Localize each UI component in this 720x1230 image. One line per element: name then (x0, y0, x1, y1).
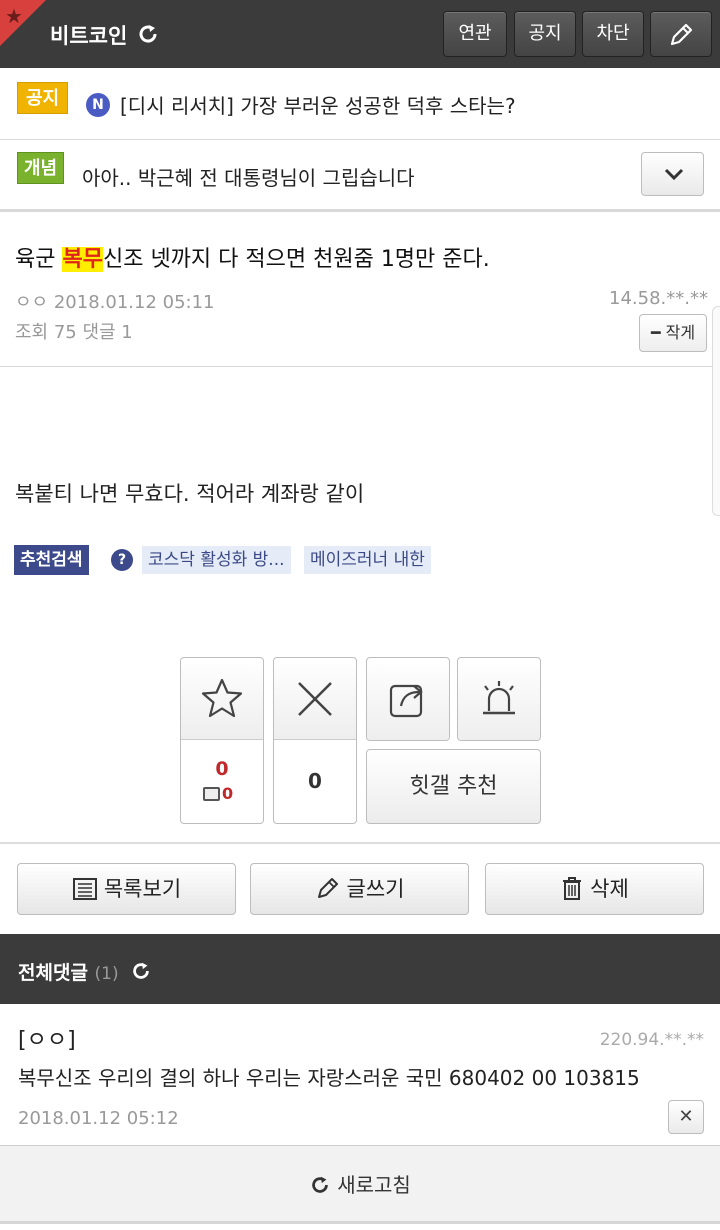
comment-ip: 220.94.**.** (599, 1030, 704, 1050)
search-highlight: 복무 (62, 247, 103, 272)
nonrecommend-count: 0 (308, 769, 322, 793)
refresh-comments-button[interactable]: 새로고침 (0, 1146, 720, 1224)
write-button[interactable] (650, 11, 712, 57)
gallery-header: ★ 비트코인 연관 공지 차단 (0, 0, 720, 68)
comment-date: 2018.01.12 05:12 (18, 1108, 179, 1129)
post-author-date: ㅇㅇ 2018.01.12 05:11 (15, 292, 215, 313)
recommend-button[interactable] (181, 658, 263, 740)
list-button[interactable]: 목록보기 (17, 863, 236, 915)
star-icon[interactable]: ★ (5, 6, 23, 26)
comments-header: 전체댓글 (1) (0, 934, 720, 1004)
gallery-title[interactable]: 비트코인 (50, 20, 127, 50)
notice-badge: 공지 (17, 82, 69, 114)
title-text: 신조 넷까지 다 적으면 천원줌 1명만 준다. (102, 247, 490, 272)
list-button-label: 목록보기 (103, 877, 182, 901)
pencil-icon (317, 878, 338, 898)
refresh-icon[interactable] (130, 960, 152, 982)
comment-delete-button[interactable]: ✕ (668, 1100, 704, 1134)
refresh-icon[interactable] (136, 22, 160, 46)
notice-button[interactable]: 공지 (514, 11, 576, 57)
concept-row[interactable]: 개념 아아.. 박근혜 전 대통령님이 그립습니다 (0, 140, 720, 212)
write-button-label: 글쓰기 (346, 877, 405, 901)
divider (0, 842, 720, 844)
close-icon (298, 681, 332, 716)
post-stats: 조회 75 댓글 1 (15, 322, 133, 343)
concept-title[interactable]: 아아.. 박근혜 전 대통령님이 그립습니다 (82, 162, 415, 191)
side-scroll-handle[interactable] (712, 306, 720, 516)
siren-icon (483, 681, 515, 715)
block-button[interactable]: 차단 (582, 11, 644, 57)
hit-gallery-recommend-button[interactable]: 힛갤 추천 (366, 749, 541, 824)
report-button[interactable] (458, 658, 540, 740)
report-box (457, 657, 541, 741)
fixed-user-icon (203, 787, 220, 801)
share-icon (389, 684, 423, 718)
recommend-count: 0 (215, 758, 229, 780)
font-size-button[interactable]: ━ 작게 (639, 314, 707, 352)
star-outline-icon (201, 678, 243, 717)
nonrecommend-button[interactable] (274, 658, 356, 740)
expand-button[interactable] (641, 152, 704, 196)
comment-item: [ㅇㅇ] 220.94.**.** 복무신조 우리의 결의 하나 우리는 자랑스… (0, 1004, 720, 1146)
nonrecommend-box: 0 (273, 657, 357, 824)
comments-title-text: 전체댓글 (18, 962, 88, 984)
related-button[interactable]: 연관 (443, 11, 507, 57)
delete-button-label: 삭제 (590, 877, 629, 901)
post-body: 복붙티 나면 무효다. 적어라 계좌랑 같이 (15, 482, 365, 506)
share-button[interactable] (367, 658, 449, 740)
refresh-label: 새로고침 (337, 1173, 411, 1197)
write-post-button[interactable]: 글쓰기 (250, 863, 469, 915)
concept-badge: 개념 (17, 152, 65, 184)
comments-title: 전체댓글 (1) (18, 958, 119, 985)
chevron-down-icon (664, 168, 684, 180)
share-box (366, 657, 450, 741)
fixed-recommend-row: 0 (203, 784, 233, 803)
post-title: 육군 복무신조 넷까지 다 적으면 천원줌 1명만 준다. (15, 241, 490, 273)
recommend-box: 0 0 (180, 657, 264, 824)
new-badge-icon: N (86, 93, 110, 117)
post-ip: 14.58.**.** (609, 288, 708, 309)
comment-author: [ㅇㅇ] (18, 1028, 76, 1053)
divider (0, 366, 720, 367)
notice-title[interactable]: [디시 리서치] 가장 부러운 성공한 덕후 스타는? (120, 90, 516, 119)
fixed-recommend-count: 0 (222, 784, 234, 803)
recommend-tag[interactable]: 코스닥 활성화 방... (142, 546, 291, 574)
title-text: 육군 (15, 247, 63, 272)
comment-text: 복무신조 우리의 결의 하나 우리는 자랑스러운 국민 680402 00 10… (18, 1066, 640, 1090)
list-icon (72, 878, 97, 900)
delete-post-button[interactable]: 삭제 (485, 863, 704, 915)
refresh-icon (312, 1176, 328, 1193)
help-icon[interactable]: ? (111, 549, 133, 571)
recommend-search-label: 추천검색 (14, 545, 89, 575)
recommend-tag[interactable]: 메이즈러너 내한 (304, 546, 431, 574)
pencil-icon (670, 23, 693, 46)
trash-icon (563, 877, 582, 900)
comments-count: (1) (94, 964, 119, 984)
